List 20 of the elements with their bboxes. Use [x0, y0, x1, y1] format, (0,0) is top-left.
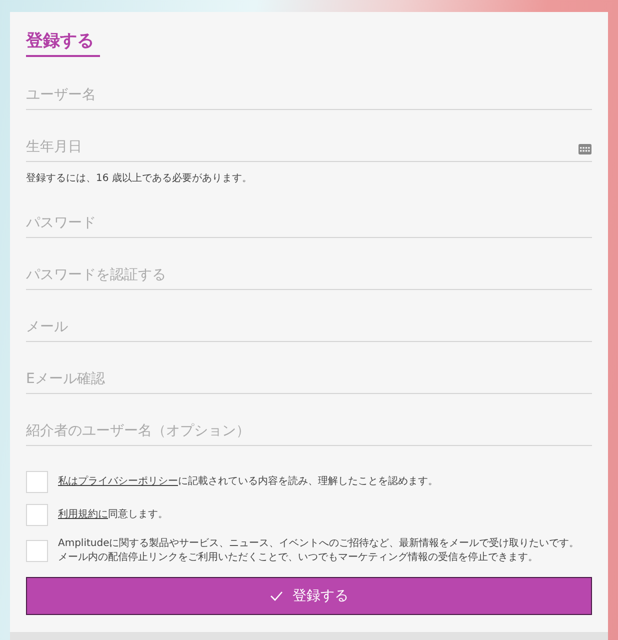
form-title: 登録する: [26, 30, 100, 57]
checkbox[interactable]: [26, 504, 48, 526]
input-field[interactable]: 紹介者のユーザー名（オプション）: [26, 407, 592, 446]
checkbox[interactable]: [26, 540, 48, 562]
link[interactable]: 私はプライバシーポリシー: [58, 476, 178, 487]
consent-text: 利用規約に同意します。: [58, 508, 168, 522]
consent-text: 私はプライバシーポリシーに記載されている内容を読み、理解したことを認めます。: [58, 475, 438, 489]
input-field[interactable]: メール: [26, 303, 592, 342]
link[interactable]: 利用規約に: [58, 509, 108, 520]
check-icon: [270, 591, 282, 601]
calendar-icon[interactable]: [578, 143, 592, 155]
password-field[interactable]: パスワード: [26, 199, 592, 238]
consent-text: メール内の配信停止リンクをご利用いただくことで、いつでもマーケティング情報の受信を停止できます。: [58, 551, 539, 565]
password-field[interactable]: パスワードを認証する: [26, 251, 592, 290]
consent-text: Amplitudeに関する製品やサービス、ニュース、イベントへのご招待など、最新情報をメールで受け取りたいです。: [58, 537, 580, 551]
helper-text: 登録するには、16 歳以上である必要があります。: [26, 172, 253, 186]
submit-button[interactable]: 登録する: [26, 577, 592, 615]
input-field[interactable]: Eメール確認: [26, 355, 592, 394]
input-field[interactable]: ユーザー名: [26, 71, 592, 110]
checkbox[interactable]: [26, 471, 48, 493]
